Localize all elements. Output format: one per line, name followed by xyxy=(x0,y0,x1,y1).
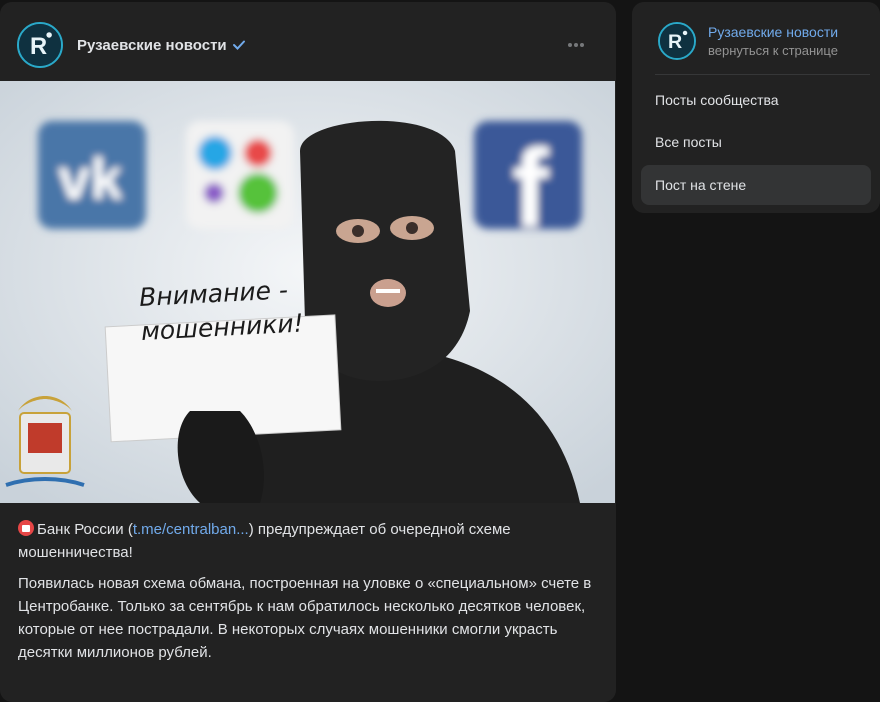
menu-item-wall-post[interactable]: Пост на стене xyxy=(641,165,871,205)
post-paragraph-2: Появилась новая схема обмана, построенна… xyxy=(18,575,592,661)
svg-text:R: R xyxy=(30,34,47,60)
more-options-button[interactable] xyxy=(568,36,590,52)
post-card: R Рузаевские новости vk f Внимание - мош… xyxy=(0,2,616,702)
community-avatar[interactable]: R xyxy=(17,22,63,68)
sidebar-community-name[interactable]: Рузаевские новости xyxy=(708,24,838,40)
community-logo-icon: R xyxy=(660,24,694,58)
post-paragraph-1: Банк России (t.me/centralban...) предупр… xyxy=(18,520,511,561)
svg-text:vk: vk xyxy=(58,147,123,212)
menu-item-all-posts[interactable]: Все посты xyxy=(641,122,871,162)
community-logo-icon: R xyxy=(19,24,61,66)
svg-text:R: R xyxy=(668,31,682,53)
verified-check-icon xyxy=(233,40,245,50)
sidebar-card: R Рузаевские новости вернуться к страниц… xyxy=(632,2,880,213)
back-to-page-link[interactable]: вернуться к странице xyxy=(708,43,838,58)
centralbank-link[interactable]: t.me/centralban... xyxy=(133,521,249,538)
post-text: Банк России (t.me/centralban...) предупр… xyxy=(18,518,598,672)
menu-item-community-posts[interactable]: Посты сообщества xyxy=(641,80,871,120)
svg-text:f: f xyxy=(512,127,549,250)
divider xyxy=(655,74,870,75)
post-header: R Рузаевские новости xyxy=(0,2,616,82)
alarm-icon xyxy=(18,520,34,536)
post-photo[interactable]: vk f Внимание - мошенники! xyxy=(0,81,615,503)
sidebar-community-avatar[interactable]: R xyxy=(658,22,696,60)
author-name[interactable]: Рузаевские новости xyxy=(77,37,227,54)
sign-text: Внимание - мошенники! xyxy=(138,275,305,346)
